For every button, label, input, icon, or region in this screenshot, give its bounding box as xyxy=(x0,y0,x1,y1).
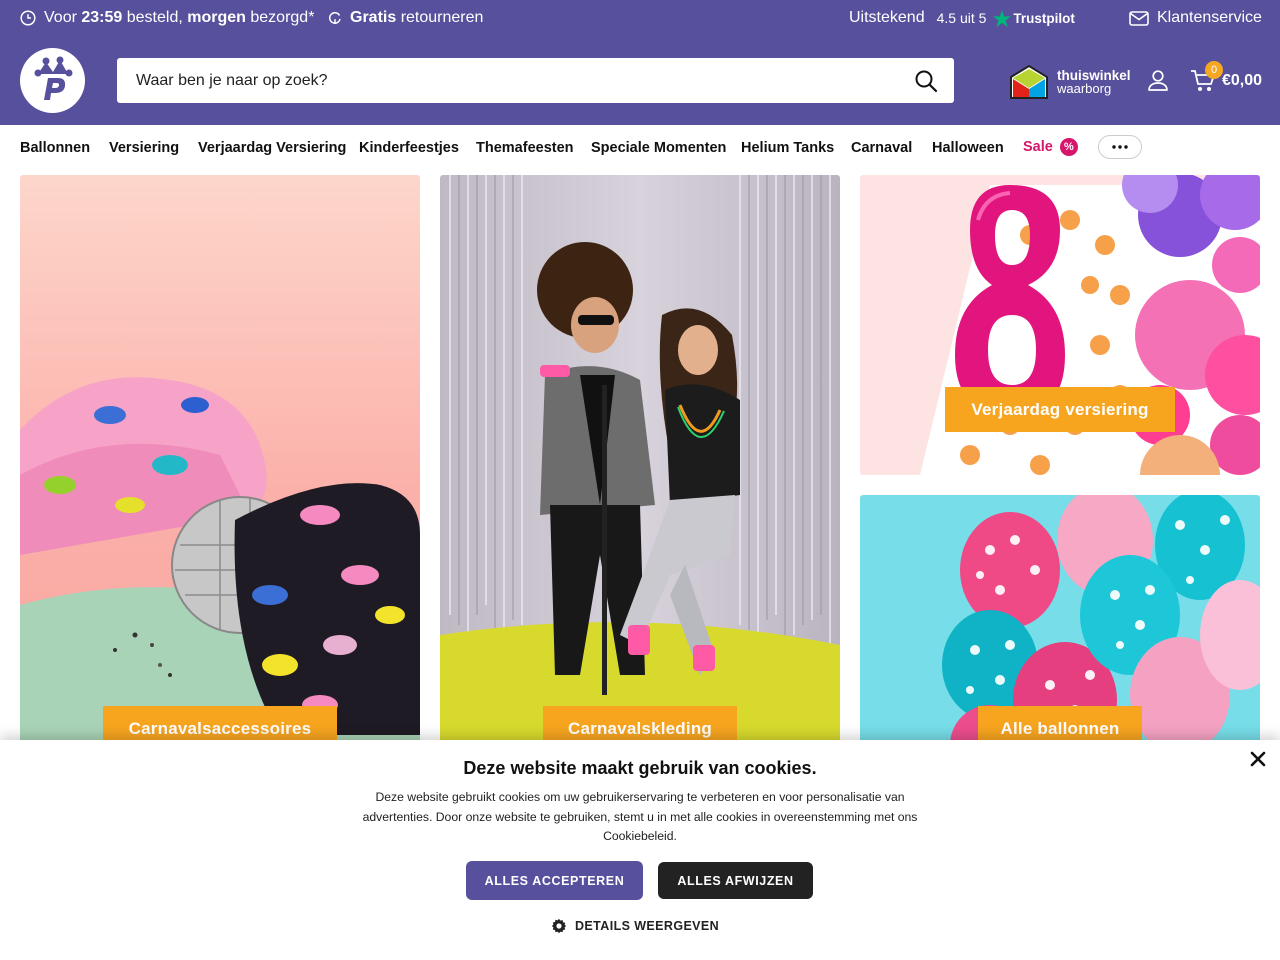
main-navigation: Ballonnen Versiering Verjaardag Versieri… xyxy=(0,125,1280,171)
tile-label-verjaardag-versiering[interactable]: Verjaardag versiering xyxy=(945,387,1175,432)
nav-verjaardag-versiering[interactable]: Verjaardag Versiering xyxy=(198,140,346,156)
nav-kinderfeestjes[interactable]: Kinderfeestjes xyxy=(359,140,459,156)
nav-sale-label: Sale xyxy=(1023,139,1053,155)
customer-service-link[interactable]: Klantenservice xyxy=(1129,0,1262,36)
nav-helium-tanks[interactable]: Helium Tanks xyxy=(741,140,834,156)
cart-count-badge: 0 xyxy=(1205,61,1223,79)
delivery-time: 23:59 xyxy=(81,9,123,26)
nav-sale[interactable]: Sale % xyxy=(1023,138,1078,156)
close-icon[interactable] xyxy=(1249,750,1267,768)
tile-carnavalsaccessoires[interactable]: Carnavalsaccessoires xyxy=(20,175,420,745)
reject-all-button[interactable]: ALLES AFWIJZEN xyxy=(658,862,813,899)
returns-rest: retourneren xyxy=(400,9,484,26)
tile-disco-couple-image xyxy=(440,175,840,745)
delivery-pre: Voor xyxy=(44,9,77,26)
site-logo[interactable] xyxy=(20,48,85,113)
nav-speciale-momenten[interactable]: Speciale Momenten xyxy=(591,140,726,156)
cookie-title: Deze website maakt gebruik van cookies. xyxy=(463,758,817,778)
trustpilot-rating[interactable]: Uitstekend 4.5 uit 5 Trustpilot xyxy=(849,0,1075,36)
returns-bold: Gratis xyxy=(350,9,397,26)
site-header: thuiswinkel waarborg 0 €0,00 xyxy=(0,36,1280,125)
delivery-post: bezorgd* xyxy=(250,9,315,26)
search-input[interactable] xyxy=(117,58,897,103)
account-icon[interactable] xyxy=(1146,68,1170,92)
sale-percent-badge: % xyxy=(1059,138,1078,156)
thuiswinkel-badge[interactable]: thuiswinkel waarborg xyxy=(1009,62,1131,102)
tile-hats-image xyxy=(20,175,420,745)
delivery-info: Voor 23:59 besteld, morgen bezorgd* xyxy=(20,0,314,36)
search-bar xyxy=(117,58,954,103)
thuiswinkel-line2: waarborg xyxy=(1057,81,1112,96)
cookie-banner: Deze website maakt gebruik van cookies. … xyxy=(0,740,1280,960)
nav-more-button[interactable] xyxy=(1098,135,1142,159)
cookie-body-text: Deze website gebruikt cookies om uw gebr… xyxy=(362,790,918,843)
gear-icon xyxy=(551,918,567,934)
show-details-link[interactable]: DETAILS WEERGEVEN xyxy=(551,918,719,934)
more-dots-icon xyxy=(1112,145,1128,149)
tile-carnavalskleding[interactable]: Carnavalskleding xyxy=(440,175,840,745)
return-icon xyxy=(329,12,341,24)
search-icon[interactable] xyxy=(914,69,938,93)
accept-all-button[interactable]: ALLES ACCEPTEREN xyxy=(466,861,643,900)
logo-icon xyxy=(34,56,72,100)
trustpilot-star-icon xyxy=(993,9,1012,27)
trustpilot-brand: Trustpilot xyxy=(1013,10,1075,26)
tile-verjaardag-versiering[interactable]: Verjaardag versiering xyxy=(860,175,1260,475)
nav-ballonnen[interactable]: Ballonnen xyxy=(20,140,90,156)
rating-label: Uitstekend xyxy=(849,9,925,26)
returns-info: Gratis retourneren xyxy=(327,0,483,36)
nav-halloween[interactable]: Halloween xyxy=(932,140,1004,156)
thuiswinkel-logo-icon xyxy=(1010,64,1048,99)
top-info-bar: Voor 23:59 besteld, morgen bezorgd* Grat… xyxy=(0,0,1280,36)
rating-score: 4.5 uit 5 xyxy=(936,10,987,26)
delivery-mid: besteld, xyxy=(126,9,183,26)
show-details-label: DETAILS WEERGEVEN xyxy=(575,919,720,933)
customer-service-label: Klantenservice xyxy=(1157,9,1262,26)
clock-icon xyxy=(20,10,36,26)
mail-icon xyxy=(1129,10,1149,26)
tile-alle-ballonnen[interactable]: Alle ballonnen xyxy=(860,495,1260,745)
delivery-day: morgen xyxy=(187,9,246,26)
cart-button[interactable]: 0 €0,00 xyxy=(1190,61,1263,96)
cart-total: €0,00 xyxy=(1222,72,1263,89)
nav-themafeesten[interactable]: Themafeesten xyxy=(476,140,574,156)
nav-versiering[interactable]: Versiering xyxy=(109,140,179,156)
nav-carnaval[interactable]: Carnaval xyxy=(851,140,912,156)
